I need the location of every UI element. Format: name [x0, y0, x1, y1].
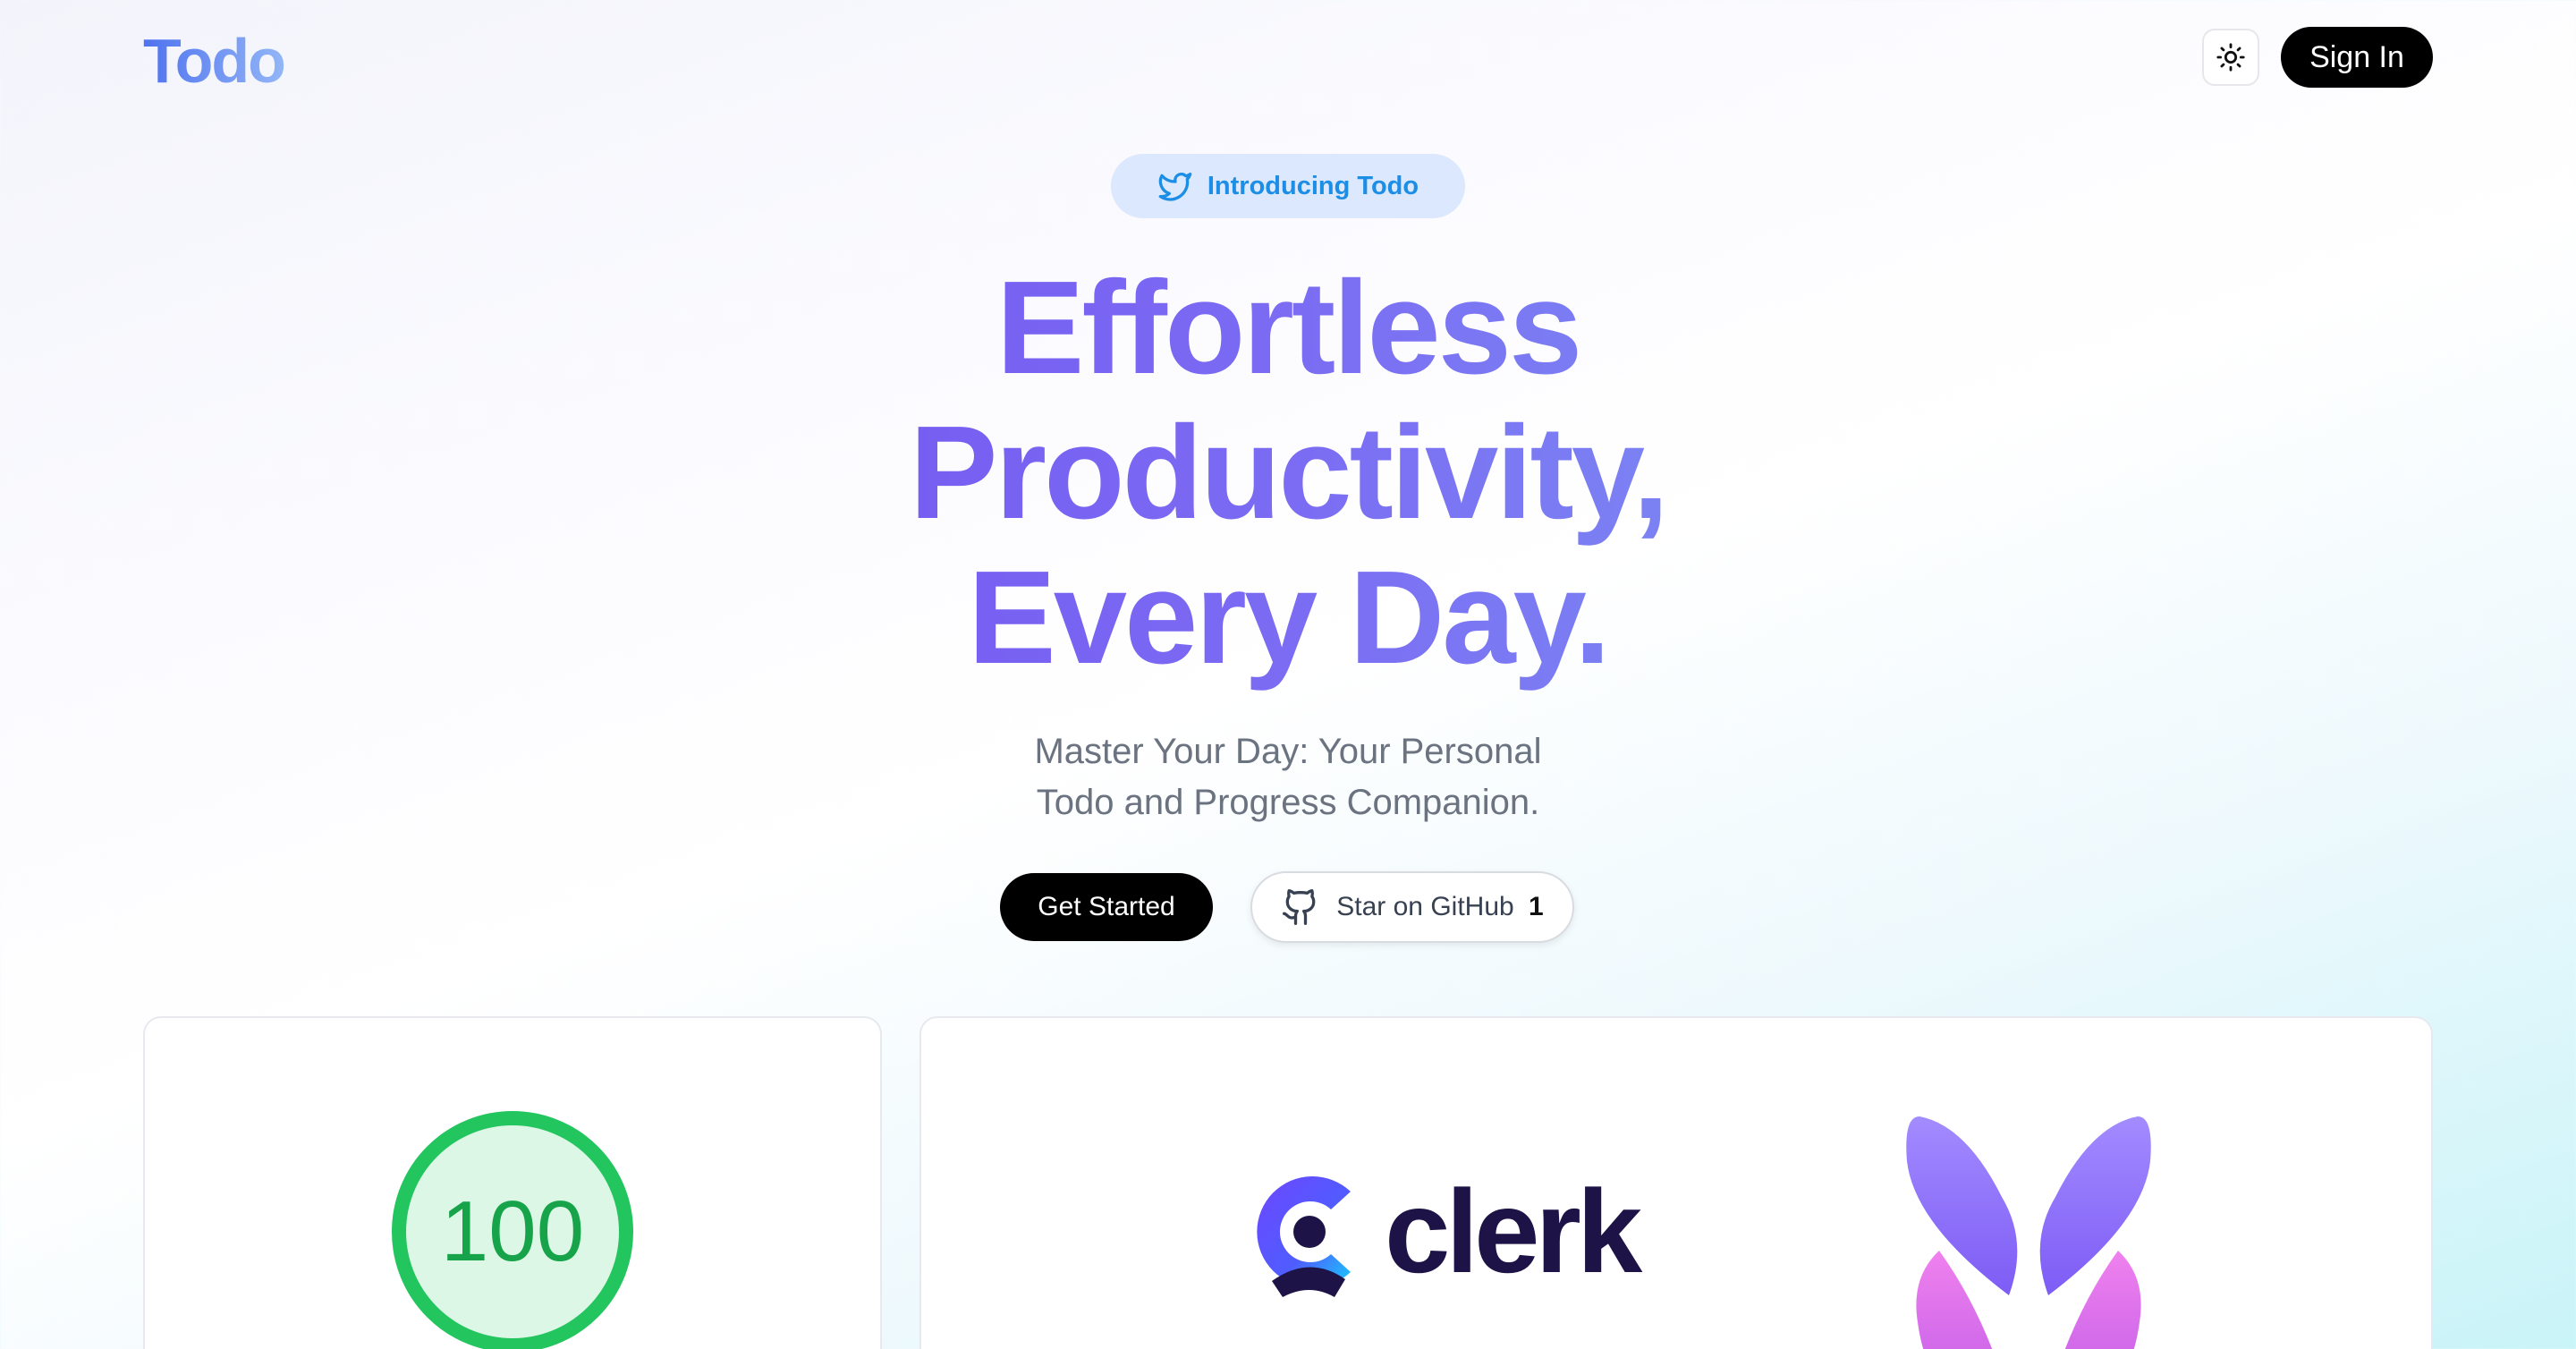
github-icon — [1283, 889, 1316, 925]
sun-icon — [2216, 43, 2245, 72]
performance-score-ring: 100 — [392, 1111, 633, 1349]
get-started-button[interactable]: Get Started — [1000, 873, 1213, 941]
hero-title: Effortless Productivity, Every Day. — [0, 256, 2576, 691]
clerk-wordmark: clerk — [1385, 1166, 1642, 1297]
hero-title-line-3: Every Day. — [0, 546, 2576, 691]
github-star-count: 1 — [1529, 892, 1544, 921]
hero-subtitle: Master Your Day: Your Personal Todo and … — [0, 726, 2576, 828]
theme-toggle-button[interactable] — [2202, 29, 2259, 86]
app-logo[interactable]: Todo — [143, 25, 286, 97]
github-label: Star on GitHub — [1336, 892, 1514, 921]
badge-text: Introducing Todo — [1207, 171, 1419, 200]
sign-in-button[interactable]: Sign In — [2281, 27, 2433, 88]
hero-title-line-1: Effortless — [0, 256, 2576, 401]
clerk-logo: clerk — [1245, 1165, 1642, 1299]
performance-card: 100 — [143, 1016, 882, 1349]
intro-badge[interactable]: Introducing Todo — [1111, 154, 1465, 218]
clerk-mark-icon — [1257, 1176, 1351, 1297]
twitter-icon — [1158, 173, 1192, 201]
performance-score: 100 — [440, 1184, 585, 1279]
hero-title-line-2: Productivity, — [0, 401, 2576, 546]
butterfly-logo-icon — [1906, 1116, 2151, 1349]
github-star-button[interactable]: Star on GitHub 1 — [1250, 871, 1574, 943]
tech-stack-card: clerk — [919, 1016, 2433, 1349]
subtitle-line-1: Master Your Day: Your Personal — [1034, 732, 1542, 771]
subtitle-line-2: Todo and Progress Companion. — [1036, 783, 1540, 822]
